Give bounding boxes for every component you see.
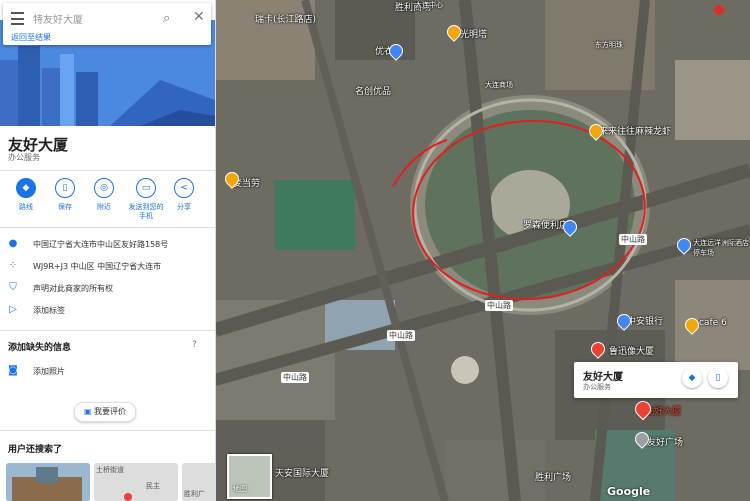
map-label[interactable]: 中安银行	[627, 314, 663, 327]
search-input[interactable]: 特友好大厦	[33, 11, 83, 26]
camera-icon: ◙	[8, 365, 18, 376]
action-label: 分享	[177, 203, 191, 211]
map-label[interactable]: 大连商场	[485, 80, 513, 90]
send-to-phone-icon: ▭	[136, 178, 156, 198]
map-label[interactable]: cafe 6	[699, 318, 727, 328]
divider	[0, 330, 215, 331]
write-review-label: 我要评价	[94, 407, 127, 416]
action-label: 路线	[19, 203, 33, 211]
directions-icon: ◆	[16, 178, 36, 198]
map-label[interactable]: 来来往往麻辣龙虾	[599, 124, 671, 137]
related-place-thumbnail[interactable]: 土桥街道 民主	[94, 463, 178, 501]
place-category[interactable]: 办公服务	[8, 152, 40, 163]
directions-button[interactable]: ◆ 路线	[6, 178, 46, 212]
account-avatar-icon[interactable]	[714, 5, 724, 15]
shield-icon: ⛉	[9, 282, 17, 293]
claim-business-text: 声明对此商家的所有权	[33, 284, 113, 293]
layer-toggle-label: 地图	[233, 485, 247, 493]
map-label[interactable]: 东方明珠	[595, 40, 623, 50]
address-row[interactable]: ● 中国辽宁省大连市中山区友好路158号	[0, 237, 215, 255]
location-icon: ●	[8, 238, 18, 249]
close-icon[interactable]: ✕	[193, 9, 205, 25]
plus-code-icon: ⁘	[8, 260, 18, 271]
directions-icon[interactable]: ◆	[682, 368, 702, 388]
plus-code-text: WJ9R+J3 中山区 中国辽宁省大连市	[33, 262, 162, 271]
card-place-category: 办公服务	[583, 383, 611, 391]
map-label[interactable]: 大连远洋洲际酒店停车场	[693, 238, 749, 258]
thumbnail-label: 民主	[146, 482, 160, 490]
map-label[interactable]: 友好广场	[647, 435, 683, 448]
nearby-button[interactable]: ◎ 附近	[84, 178, 124, 212]
map-label[interactable]: 罗森便利店	[523, 218, 568, 231]
claim-business-row[interactable]: ⛉ 声明对此商家的所有权	[0, 281, 215, 299]
road-label: 中山路	[387, 330, 415, 341]
help-icon[interactable]: ?	[192, 340, 197, 350]
bookmark-icon: ▯	[55, 178, 75, 198]
card-place-name: 友好大厦	[583, 372, 623, 383]
thumbnail-label: 土桥街道	[96, 466, 124, 474]
map-label[interactable]: 胜利广场	[535, 470, 571, 483]
divider	[0, 227, 215, 228]
action-label: 保存	[58, 203, 72, 211]
menu-icon[interactable]	[11, 12, 24, 25]
plus-code-row[interactable]: ⁘ WJ9R+J3 中山区 中国辽宁省大连市	[0, 259, 215, 277]
road-label: 中山路	[281, 372, 309, 383]
satellite-imagery	[215, 0, 750, 501]
share-icon: <	[174, 178, 194, 198]
thumbnail-label: 胜利广	[184, 490, 205, 498]
search-box[interactable]: 特友好大厦 ⌕ ✕ 返回至结果	[3, 3, 211, 45]
divider	[0, 430, 215, 431]
related-place-thumbnail[interactable]: 胜利广	[182, 463, 215, 501]
share-button[interactable]: < 分享	[164, 178, 204, 212]
action-label: 附近	[97, 203, 111, 211]
add-label-text: 添加标签	[33, 306, 65, 315]
related-place-thumbnail[interactable]	[6, 463, 90, 501]
action-label: 发送到您的 手机	[128, 203, 164, 220]
google-logo: Google	[607, 485, 651, 498]
layer-toggle[interactable]: 地图	[227, 454, 272, 499]
bookmark-icon[interactable]: ▯	[708, 368, 728, 388]
write-review-button[interactable]: ▣ 我要评价	[74, 402, 136, 422]
back-to-results-link[interactable]: 返回至结果	[11, 32, 51, 43]
map-label[interactable]: 瑞卡(长江路店)	[255, 12, 316, 25]
map-label[interactable]: 大连中心	[415, 0, 443, 10]
add-photo-row[interactable]: ◙ 添加照片	[0, 364, 215, 382]
divider	[0, 170, 215, 171]
missing-info-heading: 添加缺失的信息	[8, 343, 72, 353]
action-bar: ◆ 路线 ▯ 保存 ◎ 附近 ▭ 发送到您的 手机 < 分享	[0, 178, 215, 222]
map-label[interactable]: 名创优品	[355, 84, 391, 97]
search-icon[interactable]: ⌕	[163, 11, 170, 26]
add-label-row[interactable]: ▷ 添加标签	[0, 303, 215, 321]
place-panel: 特友好大厦 ⌕ ✕ 返回至结果 友好大厦 办公服务 ◆ 路线 ▯ 保存 ◎ 附近…	[0, 0, 216, 501]
add-photo-text: 添加照片	[33, 367, 65, 376]
road-label: 中山路	[485, 300, 513, 311]
nearby-icon: ◎	[94, 178, 114, 198]
address-text: 中国辽宁省大连市中山区友好路158号	[33, 240, 169, 249]
road-label: 中山路	[619, 234, 647, 245]
map-label[interactable]: 天安国际大厦	[275, 466, 329, 479]
place-pin-icon	[124, 493, 132, 501]
also-searched-heading: 用户还搜索了	[8, 445, 63, 455]
map-label[interactable]: 光明塔	[460, 27, 487, 40]
place-card[interactable]: 友好大厦 办公服务 ◆ ▯	[574, 362, 738, 398]
map-label[interactable]: 鲁迅像大厦	[609, 344, 654, 357]
map-canvas[interactable]: 瑞卡(长江路店) 胜利商场 优衣库 名创优品 光明塔 大连商场 东方明珠 麦当劳…	[215, 0, 750, 501]
review-icon: ▣	[83, 407, 92, 416]
save-button[interactable]: ▯ 保存	[45, 178, 85, 212]
label-icon: ▷	[9, 304, 17, 315]
send-to-phone-button[interactable]: ▭ 发送到您的 手机	[124, 178, 168, 221]
